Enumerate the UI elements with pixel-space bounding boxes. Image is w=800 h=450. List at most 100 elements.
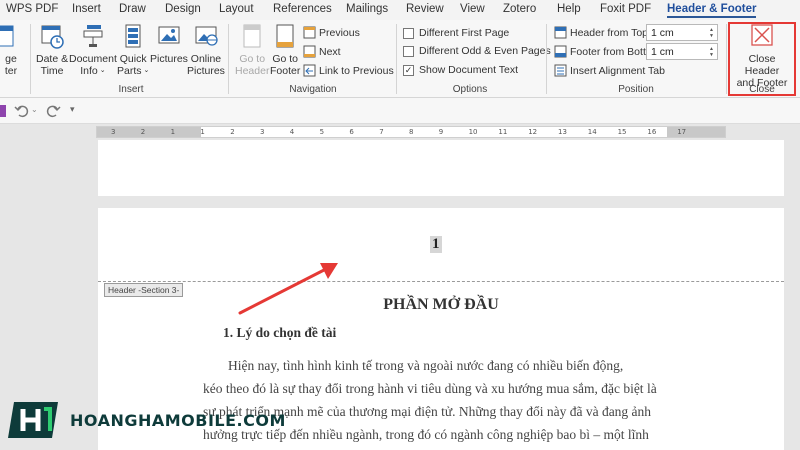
tab-foxit-pdf[interactable]: Foxit PDF [600, 3, 651, 15]
separator [726, 24, 727, 94]
insert-group-label: Insert [118, 84, 144, 95]
ruler-right-margin [667, 127, 725, 137]
tab-review[interactable]: Review [406, 3, 444, 15]
online-pictures-label-1: Online [190, 53, 222, 65]
online-picture-icon [195, 26, 218, 46]
calendar-clock-icon [41, 25, 64, 49]
tab-wps-pdf[interactable]: WPS PDF [6, 3, 58, 15]
undo-dropdown-icon[interactable]: ⌄ [31, 105, 38, 114]
go-to-footer-label-2: Footer [270, 65, 301, 77]
tab-mailings[interactable]: Mailings [346, 3, 388, 15]
ribbon-tab-bar: WPS PDF Insert Draw Design Layout Refere… [0, 0, 800, 20]
document-title: PHẦN MỞ ĐẦU [383, 296, 499, 313]
tab-insert[interactable]: Insert [72, 3, 101, 15]
tab-references[interactable]: References [273, 3, 332, 15]
ribbon: ge ter Date & Time Document Info ⌄ Quick … [0, 20, 800, 98]
header-from-top-label-row: Header from Top: [554, 26, 651, 39]
document-info-label-1: Document [69, 53, 117, 65]
spinner-arrows[interactable]: ▲ ▼ [706, 44, 717, 59]
previous-label: Previous [319, 26, 360, 39]
online-pictures-button[interactable]: Online Pictures [187, 22, 225, 77]
page-number[interactable]: 1 [430, 236, 442, 253]
ruler-number: 2 [230, 128, 235, 136]
footer-position-icon [554, 45, 567, 58]
tab-draw[interactable]: Draw [119, 3, 146, 15]
page-number-button[interactable]: ge ter [0, 22, 24, 77]
document-info-icon [83, 25, 103, 47]
footer-from-bottom-input[interactable]: 1 cm ▲ ▼ [646, 43, 718, 60]
go-to-header-label-2: Header [235, 65, 270, 77]
insert-alignment-tab-button[interactable]: Insert Alignment Tab [554, 64, 665, 77]
tab-header-footer[interactable]: Header & Footer [667, 3, 757, 18]
navigation-group-label: Navigation [289, 84, 337, 95]
tab-layout[interactable]: Layout [219, 3, 254, 15]
ruler-number: 5 [319, 128, 325, 136]
document-info-button[interactable]: Document Info ⌄ [69, 22, 117, 77]
document-heading: 1. Lý do chọn đề tài [223, 325, 337, 340]
different-first-page-checkbox[interactable]: Different First Page [403, 27, 509, 39]
ruler-number: 15 [617, 128, 627, 136]
ruler-number: 14 [587, 128, 597, 136]
header-from-top-value: 1 cm [651, 26, 674, 39]
go-to-header-icon [243, 24, 261, 48]
logo-mark [8, 402, 58, 438]
ruler-number: 9 [438, 128, 444, 136]
date-time-button[interactable]: Date & Time [36, 22, 68, 77]
ruler-number: 1 [200, 128, 205, 136]
paragraph-line: sự phát triển mạnh mẽ của thương mại điệ… [203, 404, 652, 419]
tab-help[interactable]: Help [557, 3, 581, 15]
pictures-label: Pictures [150, 53, 188, 65]
down-arrow-icon: ▼ [709, 32, 714, 39]
chevron-down-icon: ⌄ [99, 67, 106, 74]
ruler-number: 11 [498, 128, 508, 136]
position-group-label: Position [618, 84, 654, 95]
date-time-label-2: Time [40, 65, 64, 77]
link-to-previous-button[interactable]: Link to Previous [303, 64, 394, 77]
next-label: Next [319, 45, 341, 58]
different-first-page-label: Different First Page [419, 27, 510, 39]
go-to-footer-button[interactable]: Go to Footer [270, 22, 300, 77]
ruler-number: 8 [409, 128, 414, 136]
page-number-label-2: ter [4, 65, 18, 77]
ruler-number: 3 [111, 128, 116, 136]
save-icon[interactable] [0, 104, 8, 118]
header-position-icon [554, 26, 567, 39]
ruler-number: 4 [289, 128, 295, 136]
paragraph-line: hưởng trực tiếp đến nhiều ngành, trong đ… [203, 427, 649, 442]
header-from-top-input[interactable]: 1 cm ▲ ▼ [646, 24, 718, 41]
header-from-top-label: Header from Top: [570, 26, 651, 39]
annotation-arrow [238, 263, 338, 315]
quick-parts-icon [125, 24, 141, 48]
tab-zotero[interactable]: Zotero [503, 3, 536, 15]
tab-view[interactable]: View [460, 3, 485, 15]
go-to-header-button[interactable]: Go to Header [235, 22, 269, 77]
previous-button[interactable]: Previous [303, 26, 360, 39]
link-icon [303, 64, 316, 77]
chevron-down-icon: ⌄ [143, 67, 150, 74]
ruler-number: 3 [260, 128, 265, 136]
header-section-tag: Header -Section 3- [104, 283, 184, 297]
quick-parts-label-row: Parts ⌄ [117, 65, 149, 77]
picture-icon [158, 26, 180, 44]
arrow-shaft [238, 267, 328, 315]
page-number-label-1: ge [5, 53, 17, 65]
show-document-text-checkbox[interactable]: ✓ Show Document Text [403, 64, 518, 76]
different-odd-even-checkbox[interactable]: Different Odd & Even Pages [403, 45, 551, 57]
undo-icon[interactable] [14, 103, 30, 119]
customize-toolbar-icon[interactable]: ▾ [70, 104, 75, 115]
different-odd-even-label: Different Odd & Even Pages [419, 45, 551, 57]
horizontal-ruler[interactable]: 3 2 1 1 2 3 4 5 6 7 8 9 10 11 12 13 14 15 16 17 [96, 126, 726, 138]
paragraph-line: kéo theo đó là sự thay đổi trong hành vi… [203, 381, 657, 396]
ruler-number: 2 [140, 128, 146, 136]
next-button[interactable]: Next [303, 45, 341, 58]
next-icon [303, 45, 316, 58]
pictures-button[interactable]: Pictures [150, 22, 188, 65]
ruler-number: 10 [468, 128, 478, 136]
redo-icon[interactable] [45, 103, 61, 119]
ruler-number: 6 [349, 128, 354, 136]
tab-design[interactable]: Design [165, 3, 201, 15]
quick-parts-button[interactable]: Quick Parts ⌄ [117, 22, 149, 77]
go-to-footer-icon [276, 24, 294, 48]
ruler-number: 17 [677, 128, 687, 136]
spinner-arrows[interactable]: ▲ ▼ [706, 25, 717, 40]
